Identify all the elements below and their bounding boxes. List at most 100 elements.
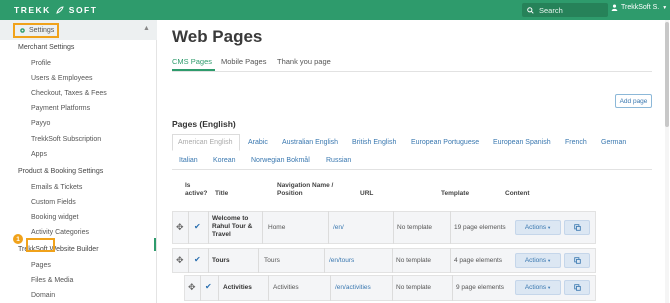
caret-down-icon: ▼ [662, 4, 668, 11]
caret-down-icon: ▼ [547, 258, 552, 263]
row-content: 4 page elements [454, 257, 503, 264]
sidebar-group-merchant: Merchant Settings [18, 44, 75, 51]
lang-tab-british-english[interactable]: British English [352, 139, 396, 146]
logo-text-left: TREKK [14, 5, 51, 15]
gear-icon [20, 28, 25, 33]
page-title: Web Pages [172, 27, 263, 46]
row-template: No template [396, 284, 432, 291]
row-url-link[interactable]: /en/tours [329, 257, 354, 265]
lang-tab-arabic[interactable]: Arabic [248, 139, 268, 146]
sidebar-item-files-media[interactable]: Files & Media [31, 277, 73, 284]
drag-handle-icon[interactable]: ✥ [188, 282, 196, 293]
row-divider [330, 275, 331, 301]
row-title: Activities [223, 284, 252, 291]
sidebar: Settings ▲ Merchant Settings Profile Use… [0, 20, 157, 303]
active-item-indicator [154, 238, 156, 251]
lang-tab-russian[interactable]: Russian [326, 157, 351, 164]
copy-icon [573, 284, 581, 291]
col-header-nav-name: Navigation Name / Position [277, 182, 334, 197]
scrollbar-thumb[interactable] [665, 22, 669, 127]
logo-mark-icon [56, 6, 64, 14]
user-menu[interactable]: TrekkSoft S. ▼ [611, 4, 667, 11]
actions-dropdown-button[interactable]: Actions ▼ [515, 253, 561, 268]
sidebar-item-payyo[interactable]: Payyo [31, 120, 50, 127]
sidebar-group-product-booking: Product & Booking Settings [18, 168, 104, 175]
lang-tab-italian[interactable]: Italian [179, 157, 198, 164]
sidebar-item-activity-categories[interactable]: Activity Categories [31, 229, 89, 236]
row-title: Tours [212, 257, 230, 264]
sidebar-item-emails-tickets[interactable]: Emails & Tickets [31, 184, 82, 191]
tab-mobile-pages[interactable]: Mobile Pages [221, 57, 266, 66]
sidebar-item-subscription[interactable]: TrekkSoft Subscription [31, 136, 101, 143]
copy-button[interactable] [564, 280, 590, 295]
sidebar-item-booking-widget[interactable]: Booking widget [31, 214, 78, 221]
pages-highlight-box [26, 238, 55, 252]
copy-button[interactable] [564, 253, 590, 268]
tab-cms-pages[interactable]: CMS Pages [172, 57, 212, 66]
row-url-link[interactable]: /en/activities [335, 284, 371, 292]
row-divider [450, 248, 451, 273]
col-header-is-active: Is active? [185, 182, 208, 197]
lang-tab-french[interactable]: French [565, 139, 587, 146]
caret-down-icon: ▼ [547, 285, 552, 290]
lang-tab-german[interactable]: German [601, 139, 626, 146]
step-badge: 1 [13, 234, 23, 244]
actions-dropdown-button[interactable]: Actions ▼ [515, 220, 561, 235]
lang-tab-korean[interactable]: Korean [213, 157, 236, 164]
chevron-up-icon[interactable]: ▲ [143, 25, 150, 32]
lang-tab-norwegian-bokmal[interactable]: Norwegian Bokmål [251, 157, 310, 164]
row-content: 9 page elements [456, 284, 505, 291]
add-page-button[interactable]: Add page [615, 94, 652, 108]
sidebar-item-domain[interactable]: Domain [31, 292, 55, 299]
lang-tab-european-spanish[interactable]: European Spanish [493, 139, 551, 146]
sidebar-item-checkout[interactable]: Checkout, Taxes & Fees [31, 90, 107, 97]
row-divider [450, 211, 451, 244]
actions-label: Actions [524, 284, 547, 291]
sidebar-item-custom-fields[interactable]: Custom Fields [31, 199, 76, 206]
sidebar-item-apps[interactable]: Apps [31, 151, 47, 158]
sidebar-item-profile[interactable]: Profile [31, 60, 51, 67]
tabs-divider [172, 71, 652, 72]
check-icon[interactable]: ✔ [194, 255, 201, 264]
row-divider [208, 248, 209, 273]
settings-button[interactable]: Settings [13, 23, 59, 38]
copy-button[interactable] [564, 220, 590, 235]
row-divider [392, 248, 393, 273]
row-nav-name: Home [268, 224, 286, 231]
tab-thank-you-page[interactable]: Thank you page [277, 57, 331, 66]
trekksoft-logo[interactable]: TREKK SOFT [14, 4, 97, 16]
row-divider [258, 248, 259, 273]
row-divider [268, 275, 269, 301]
row-content: 19 page elements [454, 224, 506, 231]
row-divider [324, 248, 325, 273]
lang-tab-australian-english[interactable]: Australian English [282, 139, 338, 146]
lang-tab-american-english[interactable]: American English [178, 139, 232, 146]
lang-tab-european-portuguese[interactable]: European Portuguese [411, 139, 479, 146]
col-header-title: Title [215, 190, 229, 197]
actions-dropdown-button[interactable]: Actions ▼ [515, 280, 561, 295]
row-template: No template [396, 257, 432, 264]
check-icon[interactable]: ✔ [194, 222, 201, 231]
row-title: Welcome to Rahul Tour & Travel [212, 215, 253, 238]
drag-handle-icon[interactable]: ✥ [176, 222, 184, 233]
sidebar-item-pages[interactable]: Pages [31, 262, 51, 269]
col-header-content: Content [505, 190, 530, 197]
row-nav-name: Tours [264, 257, 280, 264]
row-template: No template [397, 224, 433, 231]
row-divider [200, 275, 201, 301]
search-icon [527, 6, 534, 14]
actions-label: Actions [524, 224, 547, 231]
search-label: Search [539, 5, 563, 15]
row-divider [392, 275, 393, 301]
caret-down-icon: ▼ [547, 225, 552, 230]
sidebar-item-users[interactable]: Users & Employees [31, 75, 92, 82]
sidebar-item-payment-platforms[interactable]: Payment Platforms [31, 105, 90, 112]
check-icon[interactable]: ✔ [205, 282, 212, 291]
row-divider [262, 211, 263, 244]
col-header-url: URL [360, 190, 374, 197]
actions-label: Actions [524, 257, 547, 264]
row-url-link[interactable]: /en/ [333, 224, 344, 232]
drag-handle-icon[interactable]: ✥ [176, 255, 184, 266]
search-button[interactable]: Search [522, 3, 608, 17]
row-divider [452, 275, 453, 301]
